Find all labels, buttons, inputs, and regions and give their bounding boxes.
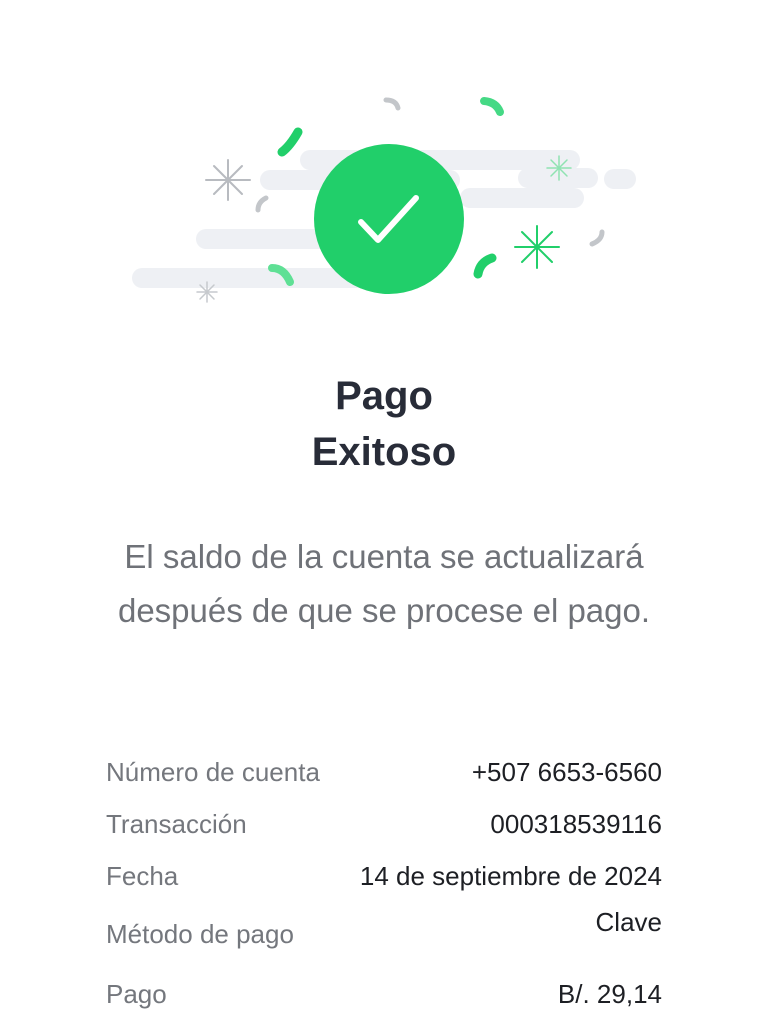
sparkle-icon — [205, 159, 251, 201]
method-value: Clave — [595, 907, 662, 937]
check-circle-icon — [314, 144, 464, 294]
sparkle-icon — [546, 155, 572, 181]
page-title: Pago Exitoso — [0, 368, 768, 480]
date-value: 14 de septiembre de 2024 — [359, 861, 662, 891]
date-label: Fecha — [106, 861, 179, 891]
status-message: El saldo de la cuenta se actualizará des… — [117, 538, 651, 629]
payment-success-screen: Pago Exitoso El saldo de la cuenta se ac… — [0, 0, 768, 1024]
detail-row-date: Fecha 14 de septiembre de 2024 — [106, 859, 662, 903]
detail-row-amount: Pago B/. 29,14 — [106, 977, 662, 1021]
amount-label: Pago — [106, 979, 167, 1009]
account-value: +507 6653-6560 — [471, 757, 662, 787]
sparkle-icon — [196, 281, 218, 303]
sparkle-icon — [514, 225, 560, 269]
amount-value: B/. 29,14 — [557, 979, 662, 1009]
detail-row-method: Método de pago Clave — [106, 907, 662, 955]
transaction-value: 000318539116 — [490, 809, 662, 839]
detail-row-account: Número de cuenta +507 6653-6560 — [106, 755, 662, 799]
account-label: Número de cuenta — [106, 757, 320, 787]
detail-row-transaction: Transacción 000318539116 — [106, 807, 662, 851]
transaction-label: Transacción — [106, 809, 247, 839]
title-line-2: Exitoso — [311, 430, 457, 474]
method-label: Método de pago — [106, 919, 294, 949]
success-illustration — [132, 97, 636, 303]
title-line-1: Pago — [335, 374, 433, 418]
